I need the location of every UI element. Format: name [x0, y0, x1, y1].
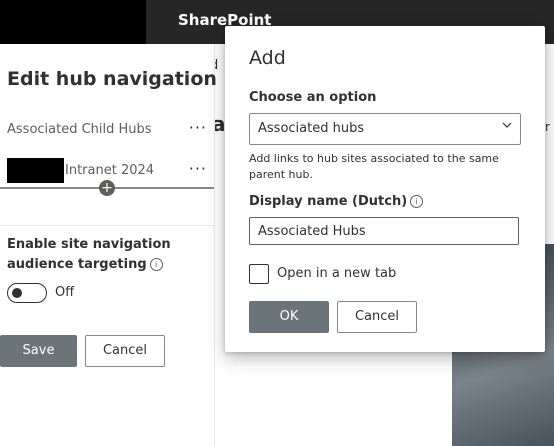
save-button[interactable]: Save [0, 335, 77, 367]
cancel-button[interactable]: Cancel [85, 335, 165, 367]
ok-button[interactable]: OK [249, 301, 329, 333]
option-dropdown[interactable]: Associated hubs [249, 113, 521, 145]
add-dialog: Add Choose an option Associated hubs Add… [225, 26, 545, 352]
display-name-input[interactable] [249, 217, 519, 245]
info-icon[interactable]: i [149, 258, 163, 271]
add-icon[interactable]: + [99, 180, 115, 196]
nav-item-label: Intranet 2024 [65, 163, 155, 178]
dialog-title: Add [249, 47, 286, 69]
redacted-block [7, 158, 64, 183]
app-launcher-area [0, 0, 146, 44]
nav-item-associated-child-hubs[interactable]: Associated Child Hubs ··· [7, 118, 207, 142]
chevron-down-icon [502, 122, 512, 128]
section-divider [0, 225, 214, 226]
display-name-text: Display name (Dutch) [249, 194, 408, 209]
background-text-fragment: r [545, 120, 550, 134]
audience-targeting-label: Enable site navigation audience targetin… [7, 235, 212, 275]
more-icon[interactable]: ··· [189, 159, 207, 178]
new-tab-label: Open in a new tab [277, 266, 397, 281]
edit-hub-navigation-panel: Edit hub navigation Associated Child Hub… [0, 44, 217, 446]
panel-title: Edit hub navigation [7, 68, 217, 90]
more-icon[interactable]: ··· [189, 118, 207, 137]
nav-item-label: Associated Child Hubs [7, 122, 152, 137]
option-label: Choose an option [249, 90, 377, 105]
display-name-label: Display name (Dutch) i [249, 194, 424, 209]
new-tab-checkbox[interactable] [249, 264, 269, 284]
audience-targeting-toggle[interactable] [7, 283, 47, 303]
toggle-state-label: Off [55, 285, 75, 300]
toggle-knob [12, 288, 22, 298]
option-selected-value: Associated hubs [258, 121, 365, 136]
dialog-cancel-button[interactable]: Cancel [337, 301, 417, 333]
info-icon[interactable]: i [410, 195, 424, 208]
audience-targeting-text: Enable site navigation audience targetin… [7, 237, 171, 272]
option-helper-text: Add links to hub sites associated to the… [249, 152, 499, 181]
